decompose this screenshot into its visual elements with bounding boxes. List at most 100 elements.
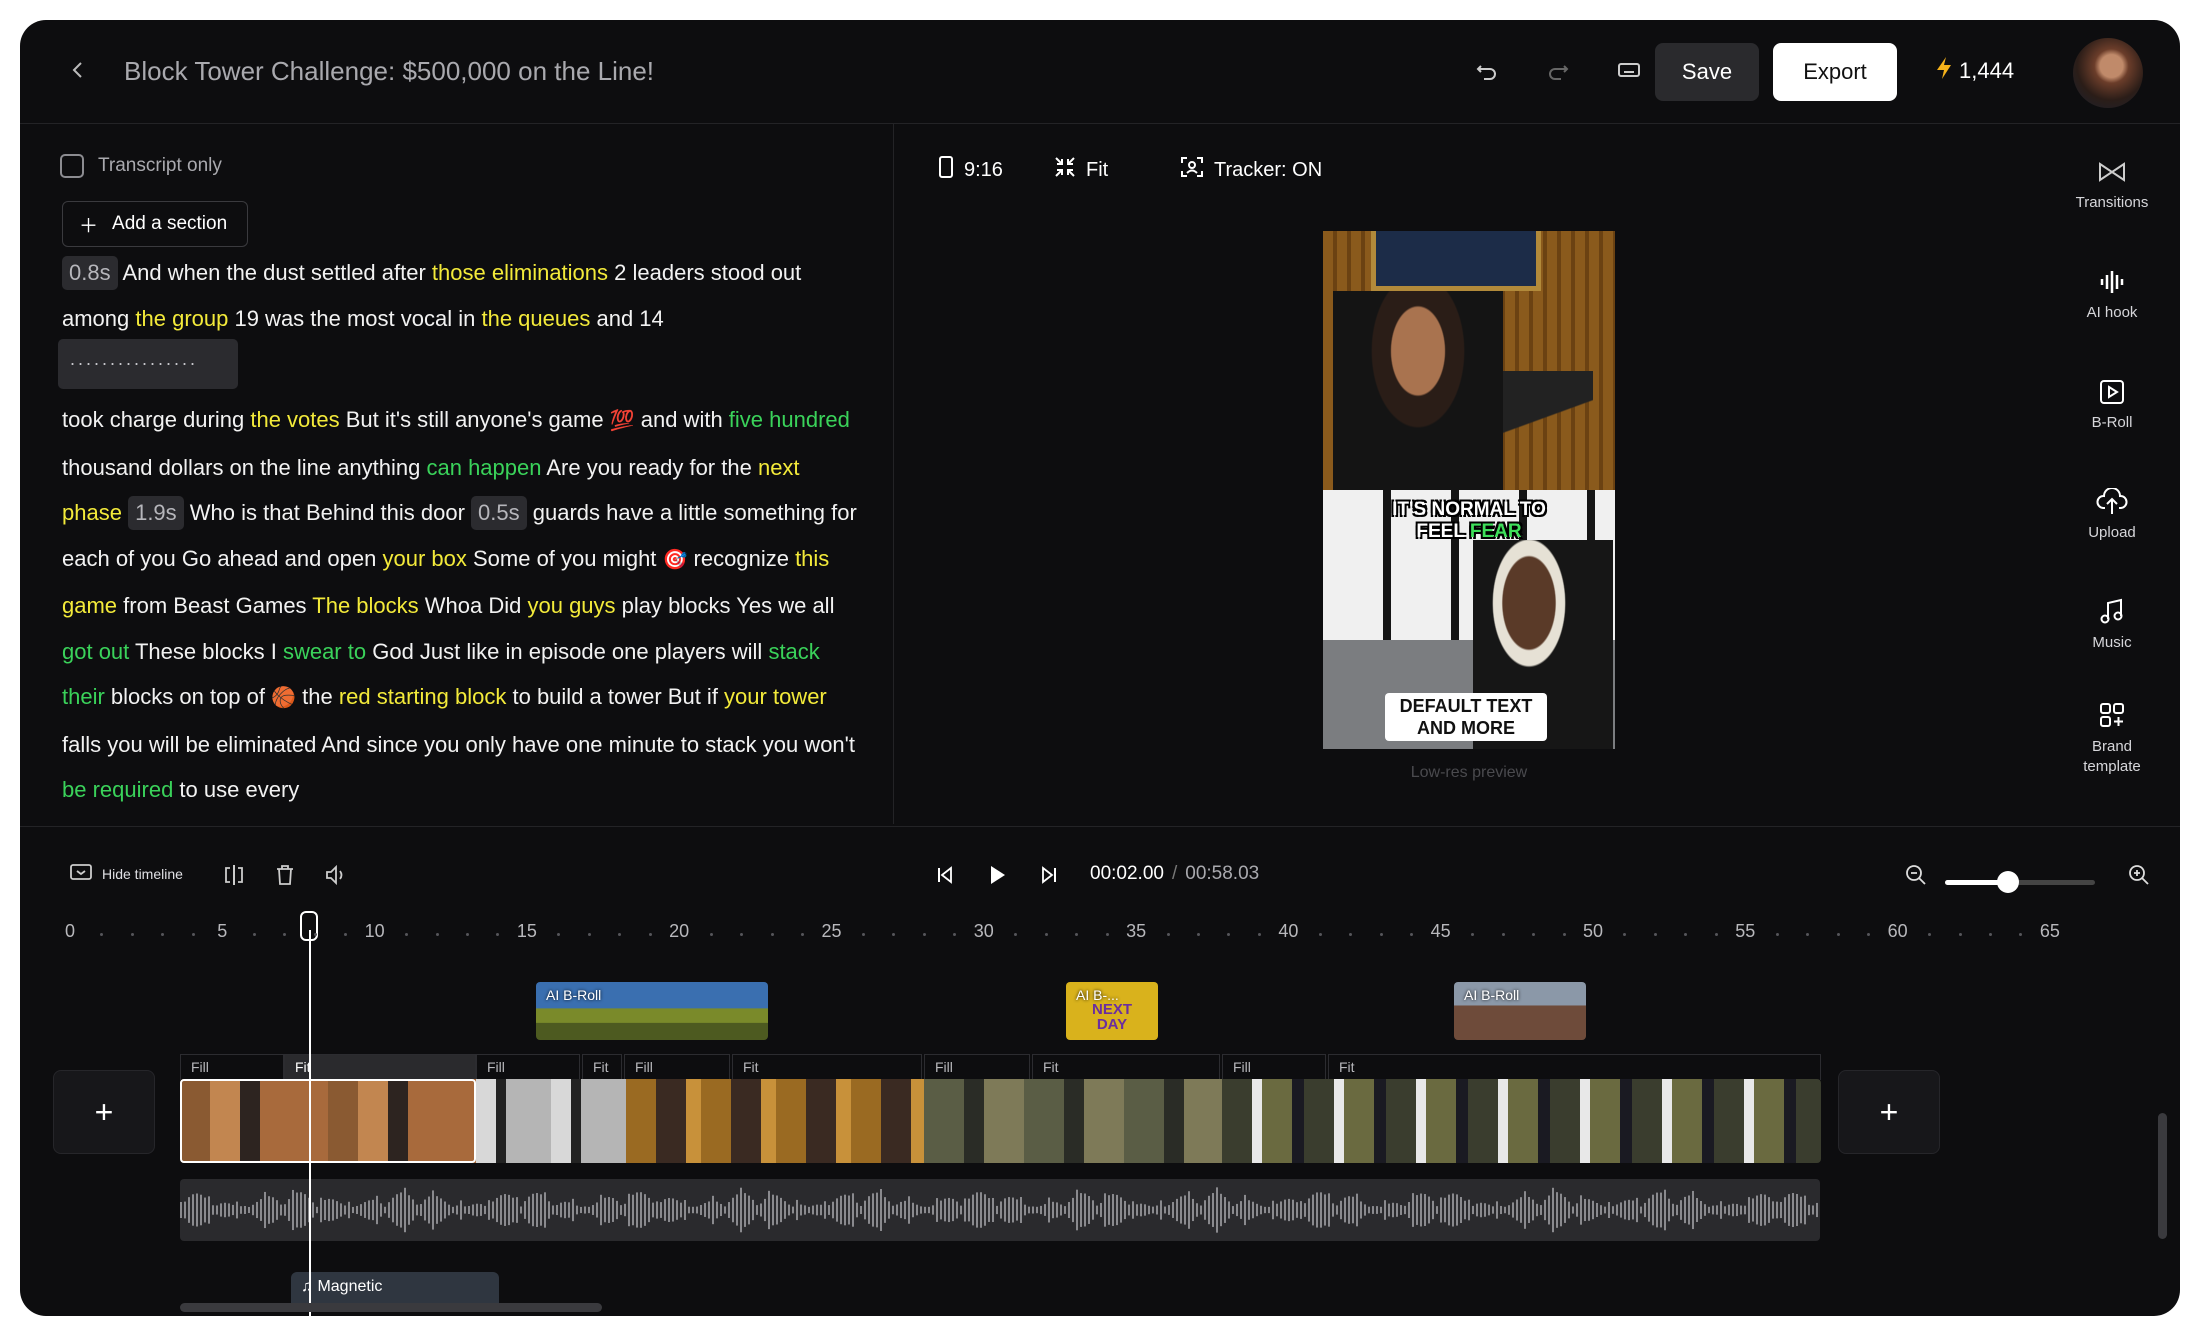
add-section-label: Add a section xyxy=(112,213,228,234)
transcript-only-checkbox[interactable]: Transcript only xyxy=(60,154,222,178)
add-section-button[interactable]: ＋ Add a section xyxy=(62,201,248,247)
video-clip[interactable] xyxy=(1222,1079,1821,1163)
tracker-button[interactable]: Tracker: ON xyxy=(1180,156,1322,184)
ruler-dot xyxy=(587,933,591,936)
clip-fit-label[interactable]: Fit xyxy=(582,1054,622,1080)
clip-fit-label[interactable]: Fill xyxy=(924,1054,1030,1080)
transcript-text[interactable]: 0.8s And when the dust settled after tho… xyxy=(58,250,862,813)
ruler-tick: 40 xyxy=(1278,921,1299,941)
ruler-dot xyxy=(709,933,713,936)
ruler-dot xyxy=(344,933,348,936)
ruler-dot xyxy=(618,933,622,936)
ruler-tick: 15 xyxy=(516,921,537,941)
ruler-dot xyxy=(1044,933,1048,936)
silence-block[interactable]: ................ xyxy=(58,339,238,389)
add-clip-end-button[interactable]: + xyxy=(1838,1070,1940,1154)
clip-fit-label[interactable]: Fit xyxy=(1328,1054,1821,1080)
transitions-icon xyxy=(2052,150,2172,194)
pause-chip[interactable]: 0.5s xyxy=(471,496,527,530)
broll-clip[interactable]: AI B-Roll xyxy=(536,982,768,1040)
zoom-slider-knob[interactable] xyxy=(1997,871,2019,893)
ruler-tick: 30 xyxy=(973,921,994,941)
back-arrow-icon[interactable] xyxy=(60,52,96,88)
pause-chip[interactable]: 1.9s xyxy=(128,496,184,530)
current-time: 00:02.00 xyxy=(1090,863,1164,884)
ruler-dot xyxy=(1410,933,1414,936)
caption-top[interactable]: IT'S NORMAL TO FEEL FEAR xyxy=(1323,499,1615,543)
page-title[interactable]: Block Tower Challenge: $500,000 on the L… xyxy=(124,56,654,87)
redo-icon[interactable] xyxy=(1538,50,1578,90)
timeline-icon xyxy=(70,863,92,884)
ruler-tick: 25 xyxy=(821,921,842,941)
broll-clip[interactable]: AI B-... NEXT DAY xyxy=(1066,982,1158,1040)
volume-icon[interactable] xyxy=(318,857,354,893)
ruler-dot xyxy=(130,933,134,936)
pause-chip[interactable]: 0.8s xyxy=(62,256,118,290)
ruler-dot xyxy=(405,933,409,936)
save-button[interactable]: Save xyxy=(1655,43,1759,101)
credits-value: 1,444 xyxy=(1959,58,2015,83)
hide-timeline-button[interactable]: Hide timeline xyxy=(70,863,183,884)
selected-clip-outline[interactable] xyxy=(180,1079,476,1163)
clip-fit-label[interactable]: Fit xyxy=(732,1054,922,1080)
ruler-dot xyxy=(313,933,317,936)
lowres-label: Low-res preview xyxy=(1410,764,1528,781)
keyboard-icon[interactable] xyxy=(1609,50,1649,90)
clip-fit-label[interactable]: Fill xyxy=(180,1054,284,1080)
waveform-icon xyxy=(2052,260,2172,304)
tool-transitions[interactable]: Transitions xyxy=(2052,150,2172,211)
playhead[interactable] xyxy=(309,930,311,1316)
fit-button[interactable]: Fit xyxy=(1054,156,1108,184)
video-preview[interactable]: IT'S NORMAL TO FEEL FEAR DEFAULT TEXT AN… xyxy=(1323,231,1615,749)
ruler-dot xyxy=(801,933,805,936)
video-top-shot xyxy=(1323,231,1615,491)
play-icon[interactable] xyxy=(979,857,1015,893)
clip-fit-label[interactable]: Fill xyxy=(1222,1054,1326,1080)
vertical-scrollbar[interactable] xyxy=(2158,1113,2167,1239)
tool-ai-hook[interactable]: AI hook xyxy=(2052,260,2172,321)
tool-music[interactable]: Music xyxy=(2052,590,2172,651)
horizontal-scrollbar[interactable] xyxy=(180,1303,602,1312)
tool-b-roll[interactable]: B-Roll xyxy=(2052,370,2172,431)
audio-track[interactable] xyxy=(180,1179,1820,1241)
export-button[interactable]: Export xyxy=(1773,43,1897,101)
ruler-dot xyxy=(1349,933,1353,936)
zoom-out-icon[interactable] xyxy=(1898,857,1934,893)
clip-fit-label[interactable]: Fit xyxy=(284,1054,476,1080)
skip-forward-icon[interactable] xyxy=(1031,857,1067,893)
total-duration: 00:58.03 xyxy=(1185,863,1260,884)
user-avatar[interactable] xyxy=(2073,38,2143,108)
ruler-tick: 45 xyxy=(1430,921,1451,941)
zoom-slider[interactable] xyxy=(1945,871,2095,893)
zoom-in-icon[interactable] xyxy=(2121,857,2157,893)
tracker-icon xyxy=(1180,156,1204,184)
skip-back-icon[interactable] xyxy=(927,857,963,893)
broll-clip[interactable]: AI B-Roll xyxy=(1454,982,1586,1040)
tool-brand-template[interactable]: Brand template xyxy=(2052,693,2172,777)
music-clip[interactable]: ♫ Magnetic xyxy=(291,1272,499,1306)
broll-icon xyxy=(2052,370,2172,414)
music-icon xyxy=(2052,590,2172,634)
trash-icon[interactable] xyxy=(267,857,303,893)
split-icon[interactable] xyxy=(216,857,252,893)
credits-counter[interactable]: 1,444 xyxy=(1935,56,2014,86)
video-clip[interactable] xyxy=(476,1079,626,1163)
phone-icon xyxy=(938,156,954,184)
ruler-dot xyxy=(1988,933,1992,936)
checkbox-box[interactable] xyxy=(60,154,84,178)
video-clip[interactable] xyxy=(924,1079,1222,1163)
ruler-dot xyxy=(1806,933,1810,936)
ruler-dot xyxy=(1105,933,1109,936)
clip-fit-label[interactable]: Fit xyxy=(1032,1054,1220,1080)
clip-fit-label[interactable]: Fill xyxy=(624,1054,730,1080)
undo-icon[interactable] xyxy=(1467,50,1507,90)
clip-fit-label[interactable]: Fill xyxy=(476,1054,580,1080)
editor-window: Block Tower Challenge: $500,000 on the L… xyxy=(20,20,2180,1316)
add-clip-start-button[interactable]: + xyxy=(53,1070,155,1154)
caption-bottom[interactable]: DEFAULT TEXT AND MORE xyxy=(1385,693,1547,741)
aspect-ratio-button[interactable]: 9:16 xyxy=(938,156,1003,184)
transcript-only-label: Transcript only xyxy=(98,155,222,176)
video-clip[interactable] xyxy=(626,1079,924,1163)
ruler-dot xyxy=(1166,933,1170,936)
tool-upload[interactable]: Upload xyxy=(2052,480,2172,541)
